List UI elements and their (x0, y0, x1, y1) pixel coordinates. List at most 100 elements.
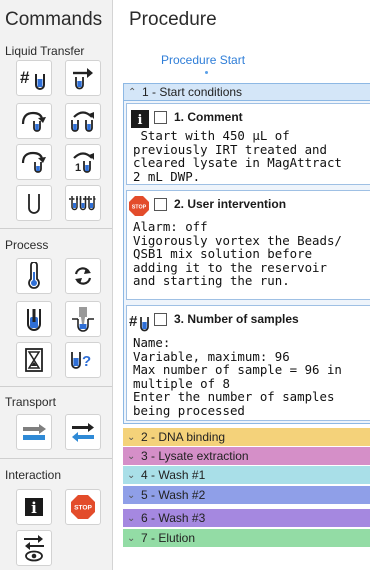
group-title-liquid-transfer: Liquid Transfer (5, 44, 85, 58)
step-number-of-samples[interactable]: # 3. Number of samples Name: Variable, m… (126, 305, 370, 421)
section-start-conditions-body: i 1. Comment Start with 450 µL of previo… (123, 101, 370, 424)
step-text-line: Enter the number of samples (133, 389, 335, 405)
step-text-line: Name: (133, 335, 171, 350)
step-title: 2. User intervention (174, 197, 287, 211)
chevron-down-icon[interactable]: ⌄ (127, 451, 141, 462)
info-letter: i (31, 499, 37, 517)
step-text-line: Vigorously vortex the Beads/ (133, 232, 342, 248)
step-title: 3. Number of samples (174, 312, 299, 326)
step-stop-label: STOP (132, 204, 147, 210)
section-wash-1[interactable]: ⌄ 4 - Wash #1 (123, 466, 370, 484)
separator (0, 386, 112, 387)
step-user-intervention[interactable]: STOP 2. User intervention Alarm: off Vig… (126, 190, 370, 300)
step-text-line: QSB1 mix solution before (133, 246, 313, 262)
magnet-tube-icon (27, 309, 41, 331)
temperature-button[interactable] (16, 258, 52, 294)
step-checkbox[interactable] (154, 198, 167, 211)
section-label: 2 - DNA binding (141, 430, 226, 444)
chevron-up-icon[interactable]: ⌃ (128, 87, 142, 98)
dispense-tube-number: 1 (75, 162, 81, 174)
sample-count-tube-icon: # (20, 68, 45, 90)
step-hash: # (129, 313, 138, 330)
section-label: 4 - Wash #1 (141, 468, 206, 482)
section-label: 3 - Lysate extraction (141, 449, 249, 463)
chevron-down-icon[interactable]: ⌄ (127, 470, 141, 481)
step-title: 1. Comment (174, 110, 243, 124)
section-label: 5 - Wash #2 (141, 488, 206, 502)
multi-tube-transfer-icon (69, 196, 97, 211)
chevron-down-icon[interactable]: ⌄ (127, 432, 141, 443)
transport-right-icon (23, 424, 46, 440)
procedure-start-label[interactable]: Procedure Start (161, 53, 245, 67)
query-tube-button[interactable]: ? (65, 342, 101, 378)
separator (0, 458, 112, 459)
commands-panel: Commands Liquid Transfer # 1 Process ? T… (0, 0, 113, 570)
step-text-line: being processed (133, 403, 245, 418)
refresh-icon (74, 267, 92, 285)
info-icon: i (25, 498, 43, 517)
step-text-line: Variable, maximum: 96 (133, 348, 290, 364)
step-text-line: multiple of 8 (133, 375, 230, 391)
section-wash-3[interactable]: ⌄ 6 - Wash #3 (123, 509, 370, 527)
procedure-title: Procedure (129, 9, 217, 30)
wait-button[interactable] (16, 342, 52, 378)
section-wash-2[interactable]: ⌄ 5 - Wash #2 (123, 486, 370, 504)
chevron-down-icon[interactable]: ⌄ (127, 490, 141, 501)
group-title-interaction: Interaction (5, 468, 62, 482)
transfer-arrow-button[interactable] (65, 60, 101, 96)
chevron-down-icon[interactable]: ⌄ (127, 513, 141, 524)
transport-swap-icon (72, 423, 94, 442)
stop-label: STOP (74, 505, 92, 512)
procedure-start-dot (205, 71, 208, 74)
chevron-down-icon[interactable]: ⌄ (127, 533, 141, 544)
section-start-conditions[interactable]: ⌃ 1 - Start conditions (123, 83, 370, 101)
step-text-line: Max number of sample = 96 in (133, 362, 342, 378)
step-comment[interactable]: i 1. Comment Start with 450 µL of previo… (126, 103, 370, 185)
section-label: 7 - Elution (141, 531, 196, 545)
sample-count-tube-icon: # (129, 313, 149, 332)
magnet-separation-button[interactable] (16, 301, 52, 337)
procedure-panel: Procedure Procedure Start ⌃ 1 - Start co… (114, 0, 370, 570)
pipette-tip-icon (72, 307, 94, 332)
transport-swap-button[interactable] (65, 414, 101, 450)
pipette-tip-button[interactable] (65, 301, 101, 337)
section-label: 6 - Wash #3 (141, 511, 206, 525)
toggle-view-button[interactable] (16, 530, 52, 566)
commands-title: Commands (5, 9, 103, 30)
separator (0, 228, 112, 229)
transport-right-button[interactable] (16, 414, 52, 450)
dispense-button[interactable] (16, 144, 52, 180)
step-checkbox[interactable] (154, 313, 167, 326)
sample-count-tube-button[interactable]: # (16, 60, 52, 96)
multi-tube-transfer-button[interactable] (65, 185, 101, 221)
info-icon: i (131, 110, 149, 128)
stop-icon: STOP (71, 495, 95, 519)
hourglass-icon (25, 348, 43, 372)
step-text-line: and starting the run. (133, 273, 290, 289)
group-title-transport: Transport (5, 395, 56, 409)
aspirate-curve-icon (21, 111, 46, 132)
tube-question-icon: ? (71, 352, 91, 370)
dispense-numbered-button[interactable]: 1 (65, 144, 101, 180)
group-title-process: Process (5, 238, 49, 252)
section-dna-binding[interactable]: ⌄ 2 - DNA binding (123, 428, 370, 446)
aspirate-two-tubes-button[interactable] (65, 103, 101, 139)
user-intervention-button[interactable]: STOP (65, 489, 101, 525)
transfer-arrow-tube-icon (73, 68, 93, 90)
mix-button[interactable] (65, 258, 101, 294)
dispense-numbered-tubes-icon: 1 (73, 152, 94, 174)
tube-outline-button[interactable] (16, 185, 52, 221)
step-text-line: 2 mL DWP. (133, 168, 201, 184)
toggle-view-icon (24, 535, 44, 562)
step-text-line: cleared lysate in MagAttract (133, 155, 342, 171)
comment-button[interactable]: i (16, 489, 52, 525)
section-lysate-extraction[interactable]: ⌄ 3 - Lysate extraction (123, 447, 370, 465)
step-checkbox[interactable] (154, 111, 167, 124)
section-elution[interactable]: ⌄ 7 - Elution (123, 529, 370, 547)
step-text-line: Start with 450 µL of (133, 128, 290, 143)
step-text-line: Alarm: off (133, 219, 208, 234)
aspirate-button[interactable] (16, 103, 52, 139)
thermometer-icon (28, 262, 40, 289)
section-label: 1 - Start conditions (142, 85, 243, 99)
step-text-line: adding it to the reservoir (133, 259, 327, 275)
